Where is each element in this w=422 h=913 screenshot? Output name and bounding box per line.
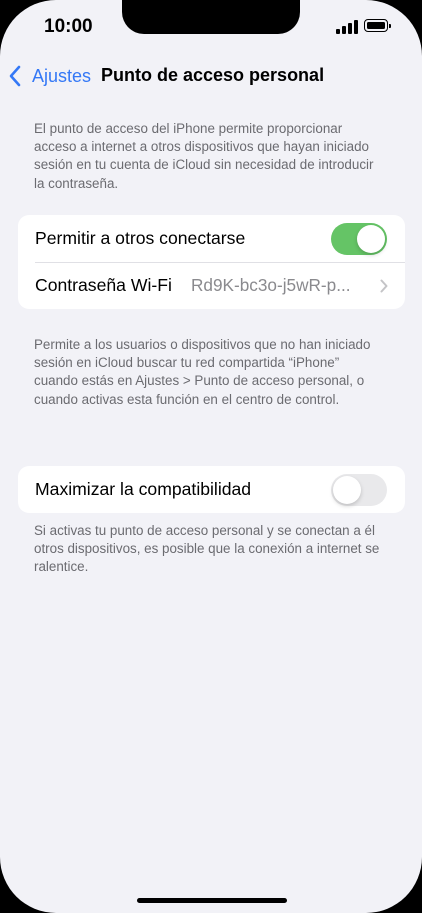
home-indicator[interactable] [137, 898, 287, 903]
group2-footer: Si activas tu punto de acceso personal y… [34, 523, 380, 575]
group1-footer: Permite a los usuarios o dispositivos qu… [34, 337, 371, 407]
allow-others-row: Permitir a otros conectarse [18, 215, 405, 262]
intro-description: El punto de acceso del iPhone permite pr… [34, 121, 374, 191]
notch [122, 0, 300, 34]
page-title: Punto de acceso personal [101, 65, 325, 85]
battery-icon [364, 19, 391, 32]
signal-icon [336, 20, 358, 34]
toggle-knob [333, 476, 361, 504]
allow-others-label: Permitir a otros conectarse [35, 228, 246, 248]
wifi-password-value: Rd9K-bc3o-j5wR-p... [191, 275, 351, 295]
toggle-knob [357, 225, 385, 253]
max-compat-label: Maximizar la compatibilidad [35, 479, 252, 499]
navigation-bar: Ajustes Punto de acceso personal [0, 60, 422, 92]
phone-screen: 10:00 Ajustes Punto de acceso personal E… [0, 0, 422, 913]
status-time: 10:00 [44, 16, 93, 37]
hotspot-settings-group: Permitir a otros conectarse Contraseña W… [18, 215, 405, 309]
back-button[interactable]: Ajustes [8, 60, 91, 92]
chevron-right-icon [380, 279, 388, 293]
back-chevron-icon [9, 65, 21, 87]
max-compat-row: Maximizar la compatibilidad [18, 466, 405, 513]
allow-others-toggle[interactable] [331, 223, 387, 255]
max-compat-toggle[interactable] [331, 474, 387, 506]
compatibility-group: Maximizar la compatibilidad [18, 466, 405, 513]
wifi-password-label: Contraseña Wi-Fi [35, 275, 172, 295]
back-label: Ajustes [32, 65, 92, 86]
wifi-password-row[interactable]: Contraseña Wi-Fi Rd9K-bc3o-j5wR-p... [18, 262, 405, 309]
